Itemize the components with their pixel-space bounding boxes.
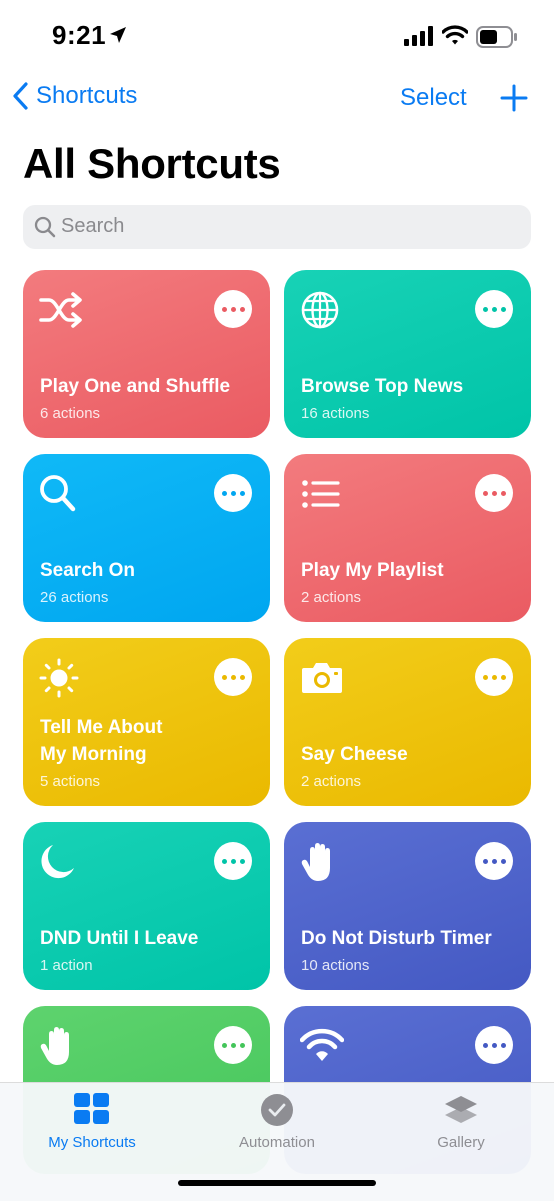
cellular-signal-icon xyxy=(404,26,433,46)
more-options-button[interactable] xyxy=(214,842,252,880)
more-options-button[interactable] xyxy=(214,474,252,512)
layers-icon xyxy=(445,1096,477,1123)
shortcut-card[interactable]: Play My Playlist 2 actions xyxy=(284,454,531,622)
wifi-icon xyxy=(300,1028,344,1061)
location-arrow-icon xyxy=(110,27,126,43)
grid-icon xyxy=(74,1093,109,1124)
more-options-button[interactable] xyxy=(475,1026,513,1064)
shortcut-action-count: 10 actions xyxy=(301,957,370,974)
hand-icon xyxy=(40,1027,69,1065)
home-indicator[interactable] xyxy=(178,1180,376,1186)
more-options-button[interactable] xyxy=(475,842,513,880)
status-bar: 9:21 xyxy=(0,0,554,72)
back-button[interactable]: Shortcuts xyxy=(12,82,137,110)
tab-label: Gallery xyxy=(437,1134,485,1151)
more-options-button[interactable] xyxy=(214,290,252,328)
back-button-label: Shortcuts xyxy=(36,82,138,109)
shortcut-card[interactable]: DND Until I Leave 1 action xyxy=(23,822,270,990)
wifi-status-icon xyxy=(442,25,468,45)
chevron-left-icon xyxy=(13,82,28,110)
page-title: All Shortcuts xyxy=(23,140,281,187)
shortcut-title: DND Until I Leave xyxy=(40,928,199,949)
shortcut-action-count: 5 actions xyxy=(40,773,101,790)
more-options-button[interactable] xyxy=(475,474,513,512)
shortcut-action-count: 2 actions xyxy=(301,589,362,606)
tab-label: Automation xyxy=(239,1134,315,1151)
clock-icon xyxy=(261,1094,293,1126)
add-shortcut-button[interactable] xyxy=(500,84,528,112)
navigation-bar: Shortcuts Select xyxy=(0,78,554,122)
magnifier-icon xyxy=(40,475,76,512)
globe-icon xyxy=(301,291,339,329)
list-icon xyxy=(302,480,340,508)
moon-icon xyxy=(41,845,74,879)
search-placeholder: Search xyxy=(61,215,125,237)
shortcut-action-count: 16 actions xyxy=(301,405,370,422)
more-options-button[interactable] xyxy=(214,1026,252,1064)
shortcut-card[interactable]: Say Cheese 2 actions xyxy=(284,638,531,806)
shortcut-title: Play One and Shuffle xyxy=(40,376,231,397)
search-icon xyxy=(34,216,56,238)
select-button[interactable]: Select xyxy=(400,84,467,112)
shortcut-action-count: 6 actions xyxy=(40,405,101,422)
shortcut-card[interactable]: Search On 26 actions xyxy=(23,454,270,622)
search-input[interactable]: Search xyxy=(23,205,531,249)
shortcut-action-count: 2 actions xyxy=(301,773,362,790)
shortcut-title: Search On xyxy=(40,560,136,581)
shortcut-title: Browse Top News xyxy=(301,376,464,397)
shortcut-title: Do Not Disturb Timer xyxy=(301,928,492,949)
shortcut-card[interactable]: Browse Top News 16 actions xyxy=(284,270,531,438)
battery-icon xyxy=(476,26,517,48)
shortcut-action-count: 1 action xyxy=(40,957,93,974)
shortcut-card[interactable]: Play One and Shuffle 6 actions xyxy=(23,270,270,438)
shortcut-card[interactable]: Tell Me About My Morning 5 actions xyxy=(23,638,270,806)
more-options-button[interactable] xyxy=(475,290,513,328)
more-options-button[interactable] xyxy=(475,658,513,696)
tab-label: My Shortcuts xyxy=(48,1134,136,1151)
sun-icon xyxy=(39,658,79,698)
camera-icon xyxy=(302,663,342,693)
shortcut-card[interactable]: Do Not Disturb Timer 10 actions xyxy=(284,822,531,990)
shortcut-action-count: 26 actions xyxy=(40,589,109,606)
status-time: 9:21 xyxy=(52,20,107,50)
shortcut-title: Say Cheese xyxy=(301,744,408,765)
shortcut-title: Tell Me About My Morning xyxy=(40,717,163,765)
shortcut-title: Play My Playlist xyxy=(301,560,444,581)
more-options-button[interactable] xyxy=(214,658,252,696)
shuffle-icon xyxy=(39,292,82,328)
hand-icon xyxy=(301,843,330,881)
